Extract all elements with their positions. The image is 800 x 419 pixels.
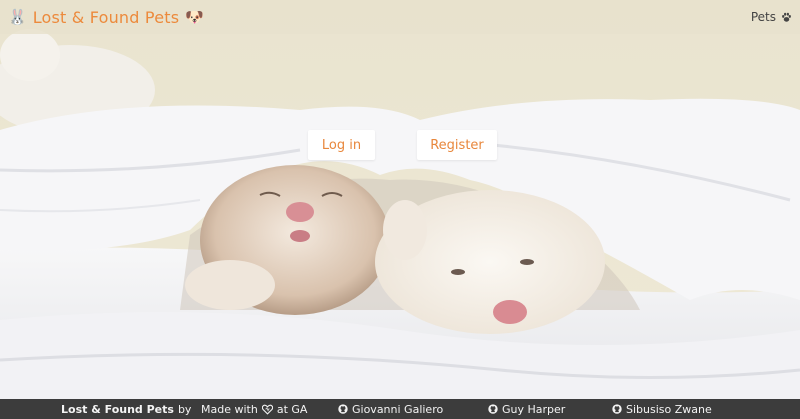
heart-icon (261, 404, 273, 415)
made-with-label: Made with (201, 402, 258, 416)
author-name: Giovanni Galiero (352, 402, 444, 416)
footer-site-name: Lost & Found Pets (61, 402, 174, 416)
footer-credit: Lost & Found Pets by (61, 399, 191, 419)
author-link-giovanni[interactable]: Giovanni Galiero (338, 399, 443, 419)
footer-by: by (177, 402, 192, 416)
github-icon (488, 404, 498, 414)
github-icon (612, 404, 622, 414)
at-ga-label: at GA (276, 402, 308, 416)
navbar: 🐰 Lost & Found Pets 🐶 Pets (0, 0, 800, 34)
author-link-sibusiso[interactable]: Sibusiso Zwane (612, 399, 712, 419)
paw-icon (782, 12, 791, 22)
puppies-under-blanket-image (0, 0, 800, 419)
footer: Lost & Found Pets by Made with at GA Gio… (0, 399, 800, 419)
pets-link[interactable]: Pets (751, 10, 792, 24)
pets-label: Pets (750, 10, 776, 24)
author-name: Guy Harper (502, 402, 566, 416)
github-icon (338, 404, 348, 414)
brand-link[interactable]: 🐰 Lost & Found Pets 🐶 (8, 8, 204, 27)
footer-made-with: Made with at GA (201, 399, 307, 419)
hero-background (0, 0, 800, 419)
register-button[interactable]: Register (417, 130, 497, 160)
dog-emoji-icon: 🐶 (185, 7, 204, 26)
author-link-guy[interactable]: Guy Harper (488, 399, 565, 419)
brand-title: Lost & Found Pets (32, 7, 180, 27)
author-name: Sibusiso Zwane (626, 402, 712, 416)
login-button[interactable]: Log in (308, 130, 375, 160)
bunny-emoji-icon: 🐰 (8, 7, 27, 26)
